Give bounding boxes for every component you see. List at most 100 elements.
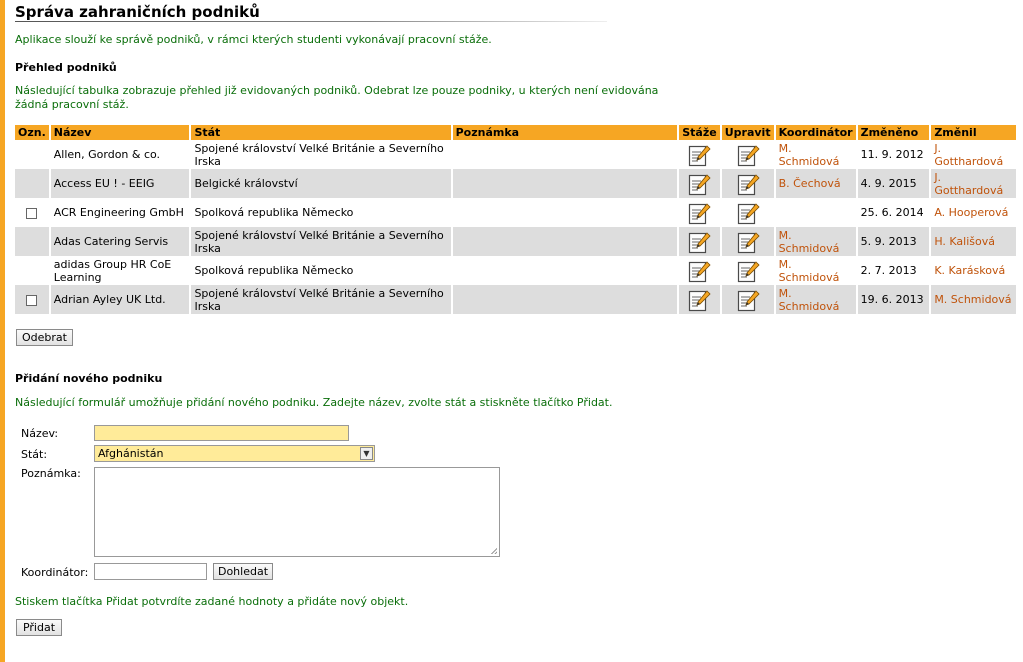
row-select-checkbox[interactable] [26, 207, 38, 219]
col-header-note: Poznámka [452, 125, 678, 140]
company-name: Allen, Gordon & co. [50, 140, 190, 169]
company-state: Spojené království Velké Británie a Seve… [191, 140, 451, 169]
changed-date: 25. 6. 2014 [857, 198, 930, 227]
company-state: Spojené království Velké Británie a Seve… [191, 285, 451, 314]
edit-cell [721, 198, 774, 227]
row-mark-cell [15, 198, 49, 227]
add-form-heading: Přidání nového podniku [15, 372, 163, 385]
coordinator-input[interactable] [94, 563, 207, 580]
changed-date: 11. 9. 2012 [857, 140, 930, 169]
company-name: Adas Catering Servis [50, 227, 190, 256]
changed-date: 4. 9. 2015 [857, 169, 930, 198]
company-name: Access EU ! - EEIG [50, 169, 190, 198]
internships-cell [679, 198, 720, 227]
row-select-checkbox[interactable] [26, 294, 38, 306]
left-accent-bar [0, 0, 5, 662]
name-label: Název: [21, 427, 59, 440]
company-note [452, 285, 678, 314]
table-row: Adrian Ayley UK Ltd. Spojené království V… [15, 285, 1016, 314]
title-underline [15, 21, 607, 22]
row-mark-cell [15, 169, 49, 198]
col-header-mark: Ozn. [15, 125, 49, 140]
company-state: Spolková republika Německo [191, 256, 451, 285]
internships-edit-icon[interactable] [687, 259, 712, 283]
edit-cell [721, 285, 774, 314]
state-select[interactable]: Afghánistán ▼ [94, 445, 375, 462]
internships-cell [679, 285, 720, 314]
changed-by-link[interactable]: K. Karásková [931, 256, 1016, 285]
edit-company-icon[interactable] [736, 143, 760, 167]
internships-edit-icon[interactable] [687, 201, 712, 225]
company-note [452, 198, 678, 227]
internships-edit-icon[interactable] [687, 172, 712, 196]
internships-edit-icon[interactable] [687, 143, 712, 167]
col-header-internships: Stáže [679, 125, 720, 140]
company-name: adidas Group HR CoE Learning [50, 256, 190, 285]
page-intro: Aplikace slouží ke správě podniků, v rám… [15, 33, 492, 46]
coordinator-link[interactable] [775, 198, 856, 227]
edit-company-icon[interactable] [736, 201, 760, 225]
edit-cell [721, 169, 774, 198]
note-textarea[interactable] [94, 467, 500, 557]
state-select-value: Afghánistán [98, 447, 164, 460]
internships-edit-icon[interactable] [687, 230, 712, 254]
company-note [452, 227, 678, 256]
remove-button[interactable]: Odebrat [16, 329, 73, 346]
edit-cell [721, 140, 774, 169]
internships-cell [679, 227, 720, 256]
internships-cell [679, 256, 720, 285]
add-button[interactable]: Přidat [16, 619, 62, 636]
chevron-down-icon[interactable]: ▼ [360, 447, 373, 460]
resize-grip-icon[interactable] [490, 547, 497, 554]
overview-heading: Přehled podniků [15, 61, 117, 74]
coordinator-link[interactable]: M. Schmidová [775, 285, 856, 314]
col-header-edit: Upravit [721, 125, 774, 140]
internships-cell [679, 169, 720, 198]
name-input[interactable] [94, 425, 349, 441]
coordinator-label: Koordinátor: [21, 566, 89, 579]
row-mark-cell [15, 285, 49, 314]
coordinator-link[interactable]: M. Schmidová [775, 256, 856, 285]
internships-edit-icon[interactable] [687, 288, 712, 312]
table-row: Access EU ! - EEIG Belgické království B.… [15, 169, 1016, 198]
changed-by-link[interactable]: H. Kališová [931, 227, 1016, 256]
table-row: Allen, Gordon & co. Spojené království Ve… [15, 140, 1016, 169]
coordinator-link[interactable]: M. Schmidová [775, 140, 856, 169]
col-header-changed-by: Změnil [931, 125, 1016, 140]
company-name: ACR Engineering GmbH [50, 198, 190, 227]
changed-by-link[interactable]: J. Gotthardová [931, 169, 1016, 198]
changed-date: 19. 6. 2013 [857, 285, 930, 314]
company-name: Adrian Ayley UK Ltd. [50, 285, 190, 314]
edit-company-icon[interactable] [736, 172, 760, 196]
page-title: Správa zahraničních podniků [15, 3, 260, 21]
changed-date: 5. 9. 2013 [857, 227, 930, 256]
edit-cell [721, 256, 774, 285]
col-header-state: Stát [191, 125, 451, 140]
changed-by-link[interactable]: M. Schmidová [931, 285, 1016, 314]
table-row: Adas Catering Servis Spojené království V… [15, 227, 1016, 256]
changed-by-link[interactable]: A. Hooperová [931, 198, 1016, 227]
row-mark-cell [15, 140, 49, 169]
edit-cell [721, 227, 774, 256]
edit-company-icon[interactable] [736, 230, 760, 254]
table-header-row: Ozn. Název Stát Poznámka Stáže Upravit K… [15, 125, 1016, 140]
coordinator-link[interactable]: M. Schmidová [775, 227, 856, 256]
table-row: adidas Group HR CoE Learning Spolková rep… [15, 256, 1016, 285]
confirm-text: Stiskem tlačítka Přidat potvrdíte zadané… [15, 595, 409, 608]
search-coordinator-button[interactable]: Dohledat [213, 563, 273, 580]
company-state: Spojené království Velké Británie a Seve… [191, 227, 451, 256]
changed-date: 2. 7. 2013 [857, 256, 930, 285]
edit-company-icon[interactable] [736, 288, 760, 312]
col-header-changed: Změněno [857, 125, 930, 140]
add-form-description: Následující formulář umožňuje přidání no… [15, 396, 613, 409]
row-mark-cell [15, 256, 49, 285]
row-mark-cell [15, 227, 49, 256]
note-label: Poznámka: [21, 467, 81, 480]
changed-by-link[interactable]: J. Gotthardová [931, 140, 1016, 169]
edit-company-icon[interactable] [736, 259, 760, 283]
companies-table: Ozn. Název Stát Poznámka Stáže Upravit K… [13, 125, 1018, 314]
col-header-coordinator: Koordinátor [775, 125, 856, 140]
overview-description: Následující tabulka zobrazuje přehled ji… [15, 84, 659, 111]
coordinator-link[interactable]: B. Čechová [775, 169, 856, 198]
company-note [452, 256, 678, 285]
